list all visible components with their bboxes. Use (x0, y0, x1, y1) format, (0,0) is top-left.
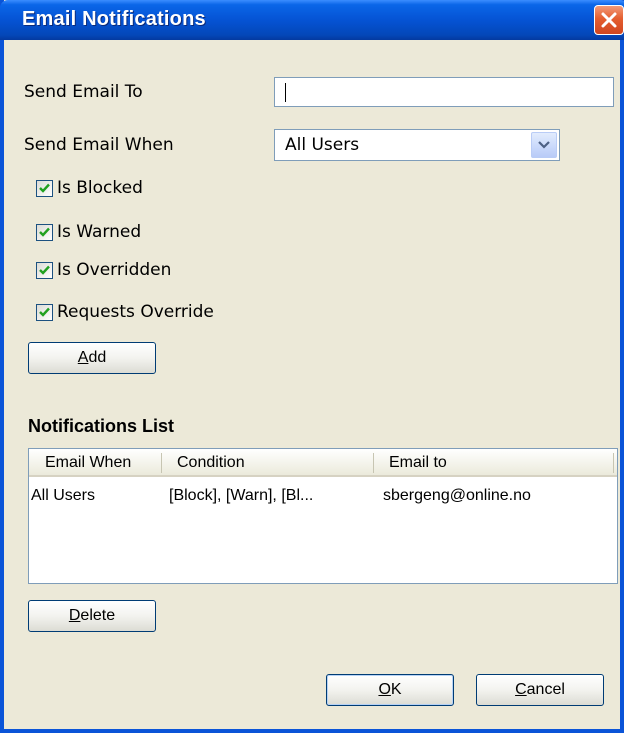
checkbox-requests-override[interactable]: Requests Override (36, 300, 214, 324)
column-header-email-when[interactable]: Email When (45, 454, 131, 472)
checkbox-label: Is Warned (57, 222, 142, 242)
notifications-list[interactable]: Email When Condition Email to All Users … (28, 448, 618, 584)
cell-email-to: sbergeng@online.no (383, 487, 531, 504)
checkmark-icon (39, 227, 50, 237)
dropdown-button[interactable] (531, 132, 557, 158)
notifications-list-title: Notifications List (28, 416, 175, 436)
column-divider[interactable] (613, 453, 614, 473)
checkbox-label: Is Blocked (57, 178, 143, 198)
checkbox-is-warned[interactable]: Is Warned (36, 220, 141, 244)
ok-button[interactable]: OK (326, 674, 454, 706)
checkbox-label: Requests Override (57, 302, 214, 322)
checkmark-icon (39, 307, 50, 317)
window-title: Email Notifications (22, 8, 206, 30)
column-header-email-to[interactable]: Email to (389, 454, 447, 472)
cell-condition: [Block], [Warn], [Bl... (169, 487, 314, 504)
checkbox-box[interactable] (36, 223, 53, 241)
add-button[interactable]: Add (28, 342, 156, 374)
checkbox-is-blocked[interactable]: Is Blocked (36, 176, 143, 200)
send-email-when-label: Send Email When (24, 135, 174, 155)
checkmark-icon (39, 265, 50, 275)
close-icon (601, 12, 617, 28)
send-email-to-label: Send Email To (24, 82, 143, 102)
chevron-down-icon (538, 141, 550, 149)
cell-email-when: All Users (31, 487, 96, 504)
text-caret (285, 83, 286, 102)
close-button[interactable] (594, 5, 624, 35)
email-notifications-dialog: Email Notifications Send Email To Send E… (0, 0, 624, 733)
cancel-button[interactable]: Cancel (476, 674, 604, 706)
title-bar[interactable]: Email Notifications (0, 0, 624, 40)
column-divider[interactable] (161, 453, 162, 473)
checkmark-icon (39, 183, 50, 193)
send-email-to-input[interactable] (274, 77, 614, 107)
send-email-when-value: All Users (285, 135, 360, 155)
send-email-when-select[interactable]: All Users (274, 129, 560, 161)
checkbox-is-overridden[interactable]: Is Overridden (36, 258, 171, 282)
checkbox-box[interactable] (36, 303, 53, 321)
delete-button[interactable]: Delete (28, 600, 156, 632)
column-header-condition[interactable]: Condition (177, 454, 245, 472)
checkbox-box[interactable] (36, 179, 53, 197)
checkbox-label: Is Overridden (57, 260, 172, 280)
column-divider[interactable] (373, 453, 374, 473)
list-header: Email When Condition Email to (29, 449, 617, 477)
checkbox-box[interactable] (36, 261, 53, 279)
